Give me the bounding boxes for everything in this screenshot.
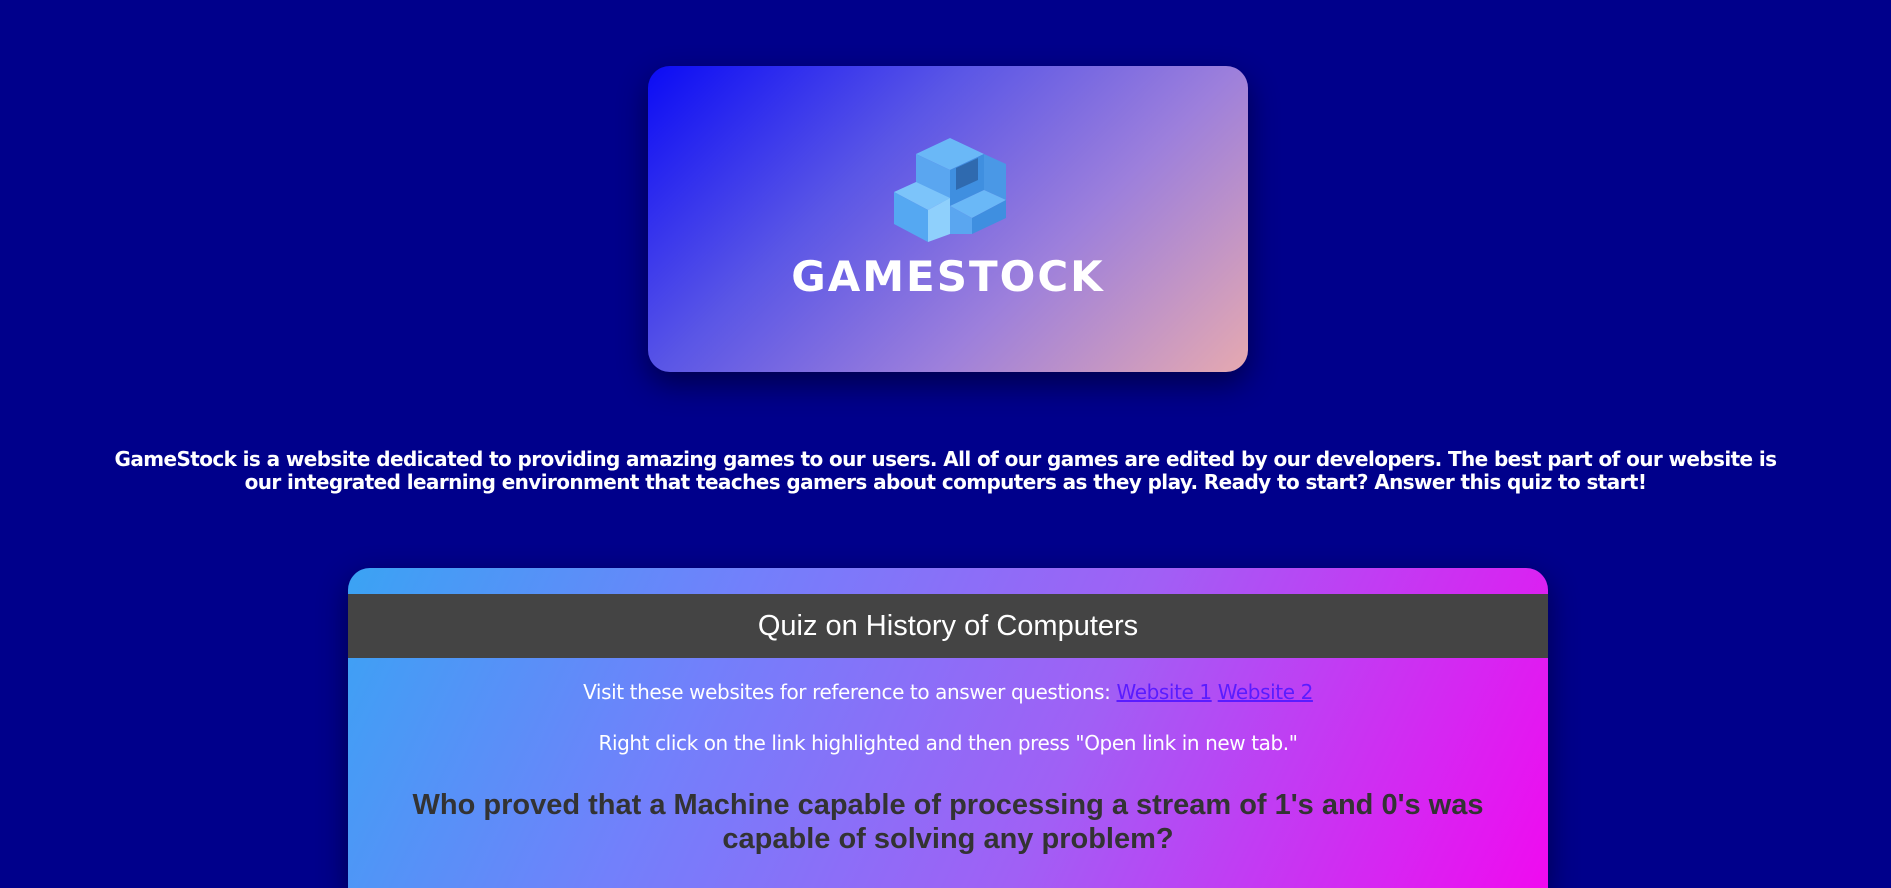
website-2-link[interactable]: Website 2 bbox=[1218, 680, 1314, 704]
brand-wordmark: GAMESTOCK bbox=[791, 252, 1105, 301]
reference-prefix: Visit these websites for reference to an… bbox=[583, 680, 1111, 704]
website-1-link[interactable]: Website 1 bbox=[1117, 680, 1213, 704]
intro-text: GameStock is a website dedicated to prov… bbox=[114, 447, 1778, 494]
reference-line: Visit these websites for reference to an… bbox=[348, 680, 1548, 704]
quiz-question: Who proved that a Machine capable of pro… bbox=[412, 789, 1484, 855]
logo-card: GAMESTOCK bbox=[648, 66, 1248, 372]
stacked-cubes-icon bbox=[894, 138, 1006, 242]
quiz-card: Quiz on History of Computers Visit these… bbox=[348, 568, 1548, 888]
link-instruction: Right click on the link highlighted and … bbox=[598, 731, 1298, 755]
quiz-title: Quiz on History of Computers bbox=[348, 594, 1548, 658]
